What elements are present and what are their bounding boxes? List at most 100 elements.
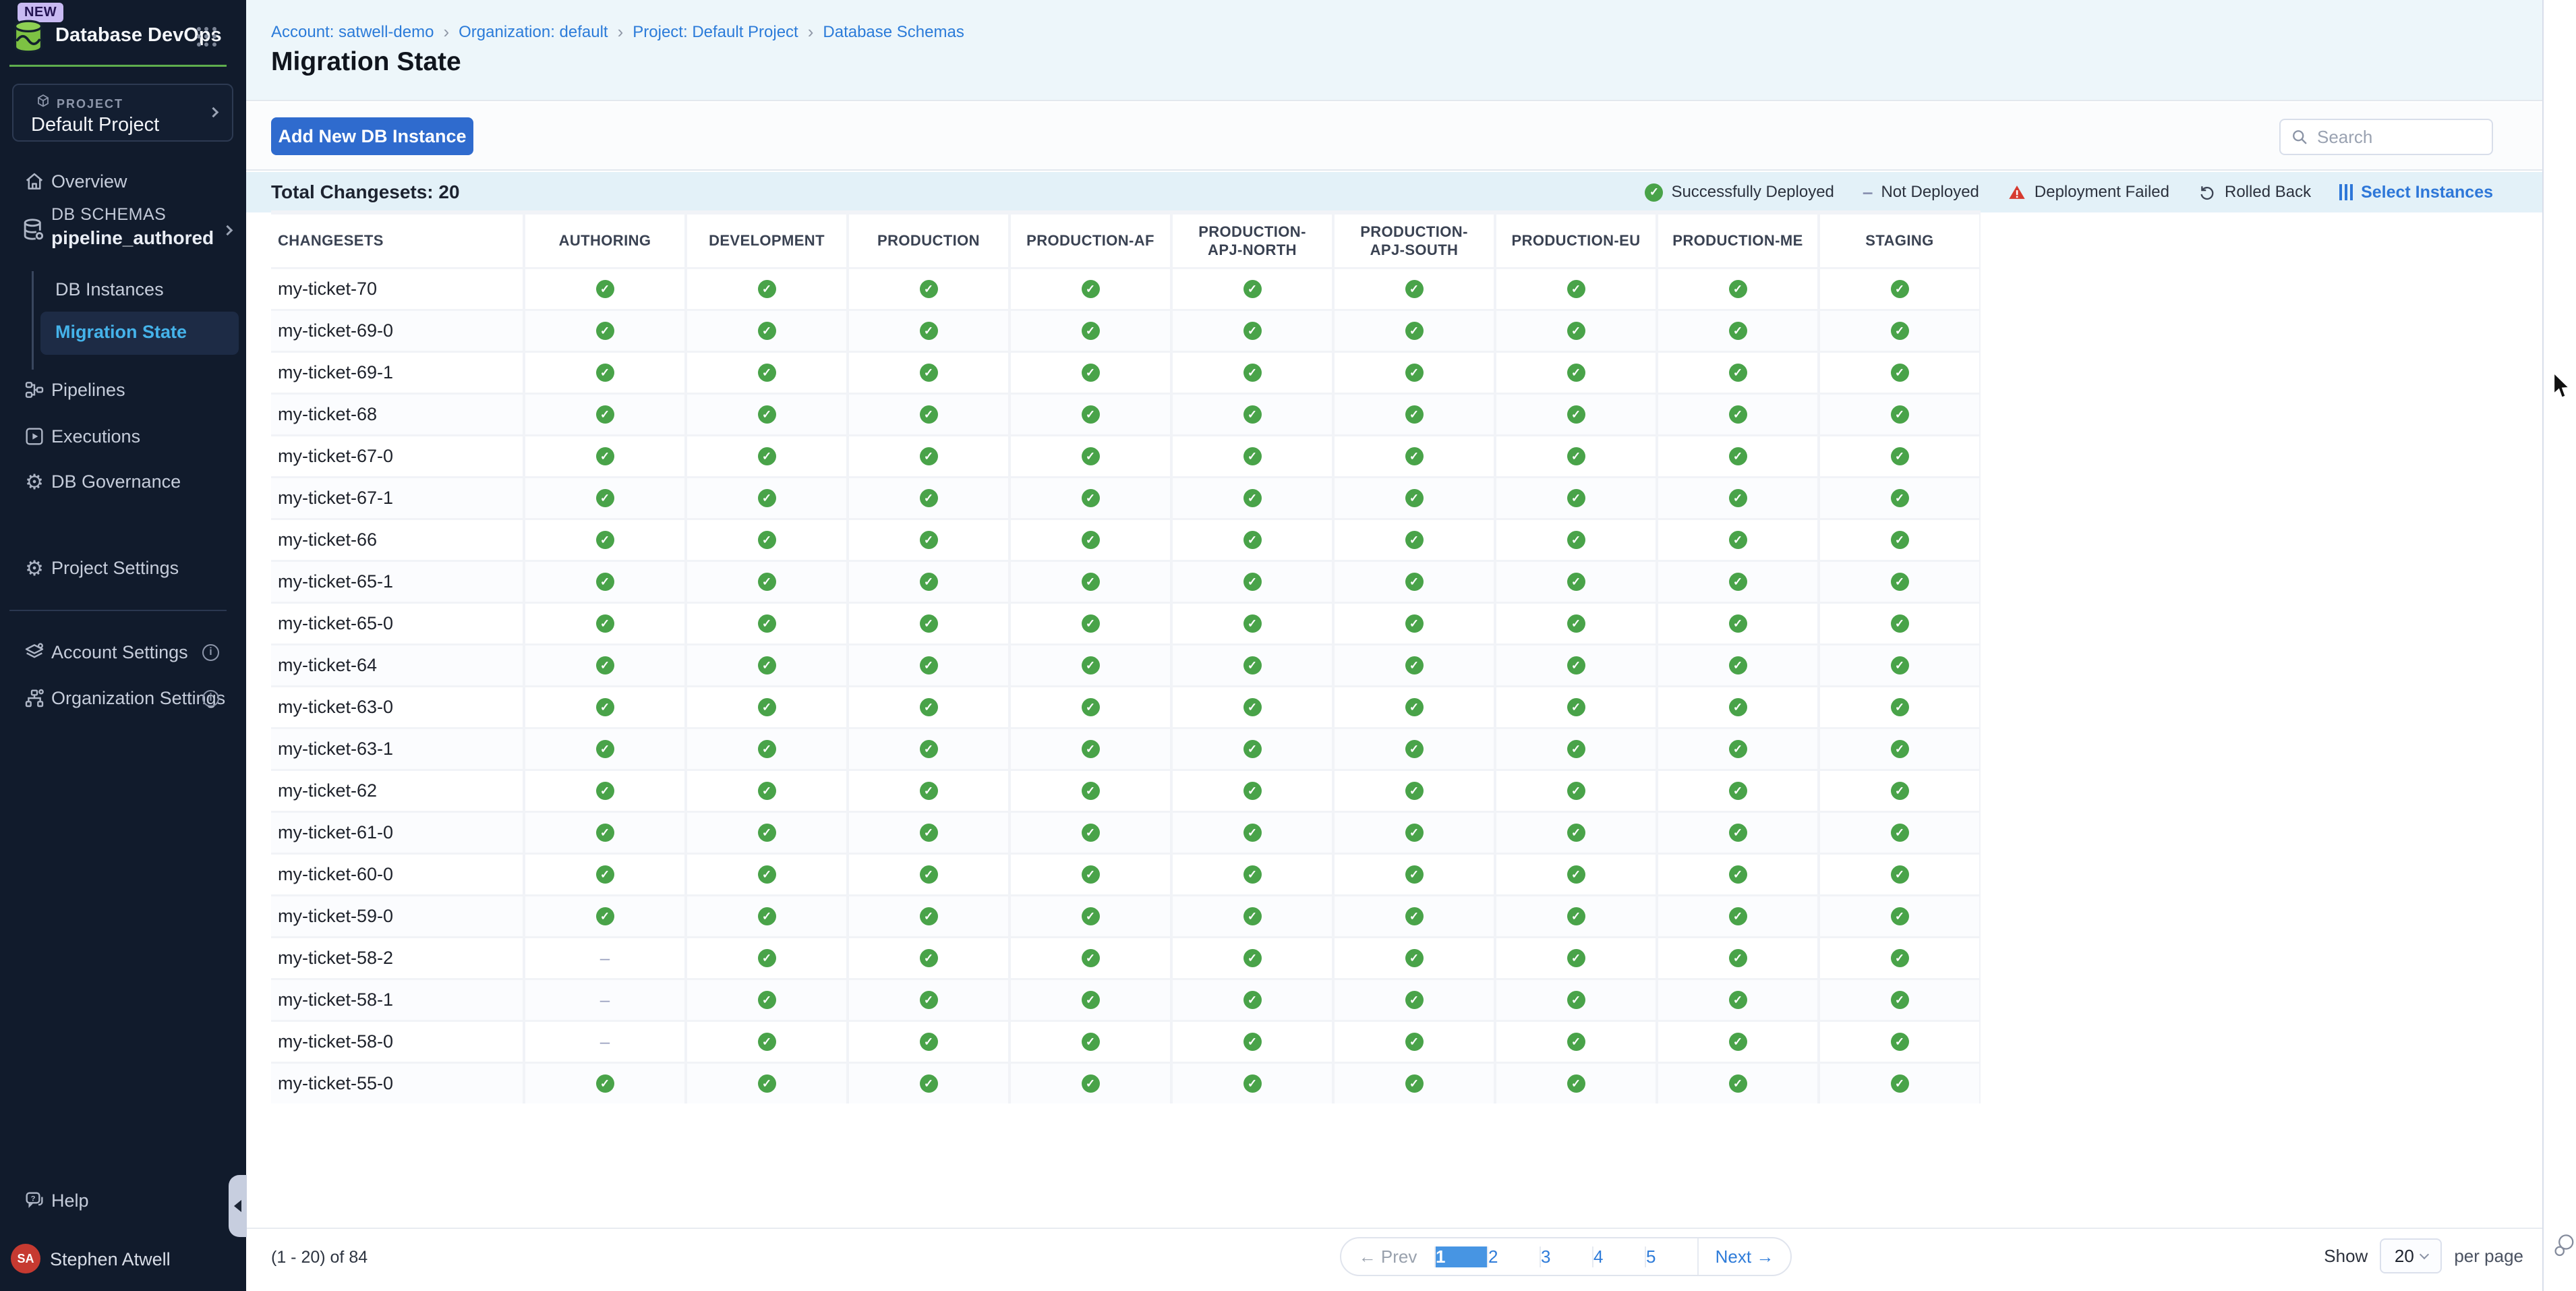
success-check-icon: ✓ (1243, 489, 1262, 507)
status-cell-deployed: ✓ (523, 896, 684, 936)
breadcrumb-link[interactable]: Account: satwell-demo (271, 23, 434, 42)
status-cell-deployed: ✓ (1332, 771, 1494, 811)
success-check-icon: ✓ (1645, 183, 1663, 202)
status-cell-deployed: ✓ (1170, 604, 1332, 643)
user-name[interactable]: Stephen Atwell (50, 1249, 171, 1270)
table-body: my-ticket-70✓✓✓✓✓✓✓✓✓my-ticket-69-0✓✓✓✓✓… (271, 269, 1981, 1103)
sidebar-item-db-schemas[interactable]: DB SCHEMAS pipeline_authored (0, 202, 246, 259)
user-avatar[interactable]: SA (11, 1244, 40, 1273)
sidebar-item-executions[interactable]: Executions (0, 422, 246, 451)
breadcrumb-link[interactable]: Organization: default (459, 23, 608, 42)
success-check-icon: ✓ (1891, 865, 1909, 884)
page-size-select[interactable]: 20 (2380, 1238, 2442, 1273)
success-check-icon: ✓ (1405, 1074, 1424, 1093)
status-cell-deployed: ✓ (1170, 980, 1332, 1020)
main-content: Account: satwell-demo › Organization: defa… (246, 0, 2576, 1291)
prev-page-button[interactable]: ← Prev (1341, 1238, 1434, 1275)
page-button-2[interactable]: 2 (1487, 1246, 1540, 1267)
sidebar-item-help[interactable]: ? Help (0, 1186, 246, 1215)
sidebar-item-account-settings[interactable]: Account Settings i (0, 637, 246, 667)
status-cell-deployed: ✓ (1008, 395, 1170, 434)
success-check-icon: ✓ (758, 1074, 776, 1093)
status-cell-deployed: ✓ (846, 520, 1008, 560)
page-button-3[interactable]: 3 (1540, 1246, 1592, 1267)
status-cell-deployed: ✓ (1170, 938, 1332, 978)
status-cell-deployed: ✓ (1817, 353, 1979, 393)
status-cell-deployed: ✓ (1817, 771, 1979, 811)
select-instances-button[interactable]: Select Instances (2339, 183, 2493, 202)
success-check-icon: ✓ (1082, 531, 1100, 549)
sidebar-collapse-handle[interactable] (229, 1175, 247, 1237)
executions-play-icon (23, 425, 46, 448)
add-db-instance-button[interactable]: Add New DB Instance (271, 117, 473, 155)
sidebar-item-project-settings[interactable]: ⚙ Project Settings (0, 553, 246, 583)
status-cell-deployed: ✓ (1170, 478, 1332, 518)
account-settings-icon (23, 641, 46, 664)
not-deployed-dash-icon: – (600, 1031, 610, 1052)
status-cell-deployed: ✓ (1008, 646, 1170, 685)
column-header: PRODUCTION-ME (1656, 214, 1817, 267)
search-box[interactable] (2279, 119, 2493, 155)
success-check-icon: ✓ (1567, 573, 1585, 591)
page-button-5[interactable]: 5 (1645, 1246, 1697, 1267)
show-label: Show (2324, 1246, 2368, 1267)
status-cell-deployed: ✓ (523, 562, 684, 602)
chevron-down-icon (2420, 1250, 2429, 1259)
success-check-icon: ✓ (1243, 907, 1262, 925)
success-check-icon: ✓ (1567, 280, 1585, 298)
column-header: PRODUCTION-APJ-NORTH (1170, 214, 1332, 267)
changeset-name: my-ticket-60-0 (271, 855, 523, 894)
sidebar-item-db-governance[interactable]: ⚙ DB Governance (0, 467, 246, 496)
changeset-name: my-ticket-58-0 (271, 1022, 523, 1062)
status-cell-deployed: ✓ (1817, 813, 1979, 853)
success-check-icon: ✓ (596, 405, 614, 424)
success-check-icon: ✓ (1243, 364, 1262, 382)
mouse-cursor (2552, 372, 2571, 401)
sidebar-item-organization-settings[interactable]: Organization Settings i (0, 683, 246, 713)
success-check-icon: ✓ (1405, 949, 1424, 967)
project-selector[interactable]: PROJECT Default Project (12, 84, 233, 142)
success-check-icon: ✓ (1891, 614, 1909, 633)
success-check-icon: ✓ (1082, 489, 1100, 507)
success-check-icon: ✓ (1082, 865, 1100, 884)
status-cell-deployed: ✓ (523, 813, 684, 853)
changeset-name: my-ticket-55-0 (271, 1064, 523, 1103)
status-cell-deployed: ✓ (684, 980, 846, 1020)
page-button-4[interactable]: 4 (1592, 1246, 1645, 1267)
success-check-icon: ✓ (1729, 489, 1747, 507)
status-cell-deployed: ✓ (684, 269, 846, 309)
app-switcher-grid-icon[interactable] (197, 27, 217, 47)
success-check-icon: ✓ (1243, 865, 1262, 884)
next-page-button[interactable]: Next → (1697, 1238, 1790, 1275)
support-chat-icon[interactable] (2554, 1233, 2575, 1259)
status-cell-deployed: ✓ (1332, 855, 1494, 894)
success-check-icon: ✓ (1729, 405, 1747, 424)
status-cell-deployed: ✓ (523, 687, 684, 727)
success-check-icon: ✓ (1082, 949, 1100, 967)
status-cell-deployed: ✓ (1170, 395, 1332, 434)
success-check-icon: ✓ (1891, 740, 1909, 758)
status-cell-deployed: ✓ (1008, 855, 1170, 894)
chevron-separator-icon: › (618, 22, 624, 42)
status-cell-deployed: ✓ (1170, 353, 1332, 393)
sidebar-item-overview[interactable]: Overview (0, 167, 246, 196)
breadcrumb-link[interactable]: Project: Default Project (633, 23, 798, 42)
sidebar-item-db-instances[interactable]: DB Instances (55, 279, 164, 300)
success-check-icon: ✓ (920, 614, 938, 633)
status-cell-deployed: ✓ (846, 687, 1008, 727)
success-check-icon: ✓ (1405, 280, 1424, 298)
success-check-icon: ✓ (1567, 656, 1585, 675)
search-icon (2290, 127, 2309, 146)
success-check-icon: ✓ (596, 824, 614, 842)
success-check-icon: ✓ (1082, 991, 1100, 1009)
project-label: PROJECT (57, 97, 123, 111)
page-button-1[interactable]: 1 (1434, 1246, 1487, 1267)
search-input[interactable] (2317, 127, 2479, 148)
status-cell-deployed: ✓ (1008, 604, 1170, 643)
breadcrumb-link[interactable]: Database Schemas (823, 23, 964, 42)
sidebar-item-migration-state[interactable]: Migration State (40, 312, 239, 355)
success-check-icon: ✓ (1243, 531, 1262, 549)
sidebar-item-pipelines[interactable]: Pipelines (0, 375, 246, 405)
status-cell-deployed: ✓ (1008, 813, 1170, 853)
status-cell-deployed: ✓ (523, 436, 684, 476)
